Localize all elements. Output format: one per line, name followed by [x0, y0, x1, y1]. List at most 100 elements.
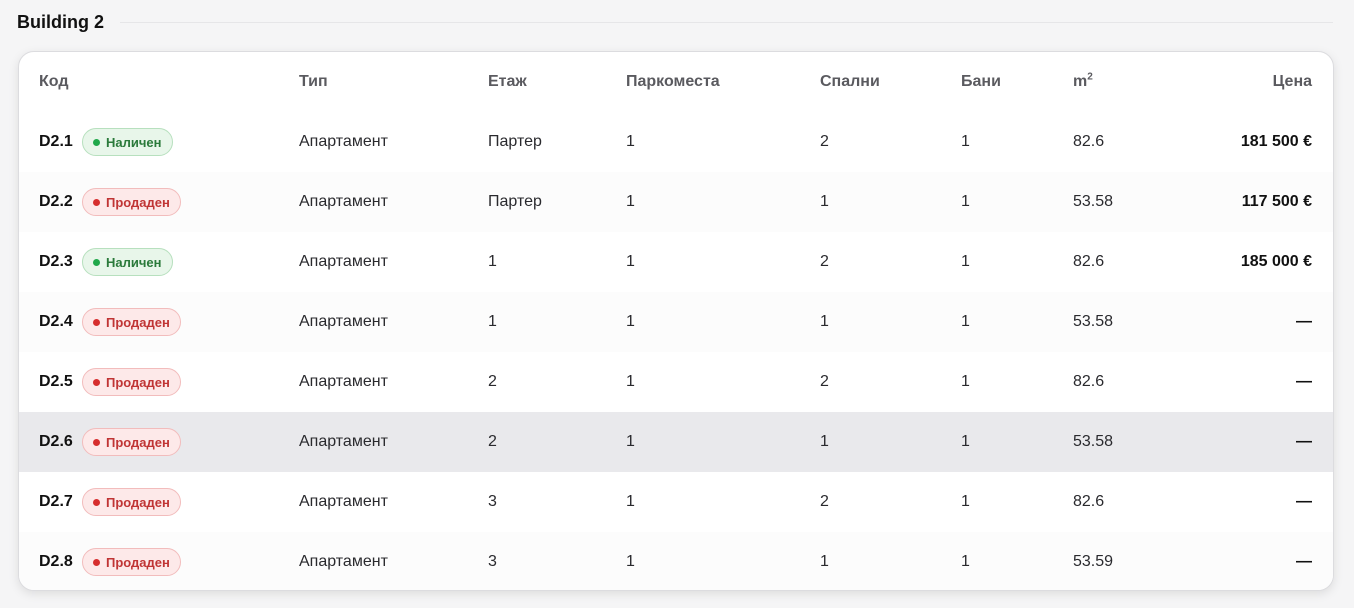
type-cell: Апартамент — [299, 433, 388, 450]
status-label: Наличен — [106, 134, 162, 150]
floor-cell: 3 — [488, 553, 497, 570]
table-row[interactable]: D2.6 Продаден Апартамент 2 1 1 1 53.58 — — [19, 412, 1333, 472]
column-header-area[interactable]: m2 — [1073, 52, 1184, 112]
area-cell: 82.6 — [1073, 373, 1105, 390]
type-cell: Апартамент — [299, 373, 388, 390]
status-badge: Продаден — [82, 368, 181, 396]
status-dot-icon — [93, 438, 100, 446]
column-header-type[interactable]: Тип — [299, 52, 488, 112]
parking-cell: 1 — [626, 553, 635, 570]
code-cell: D2.6 Продаден — [19, 412, 299, 472]
column-header-parking[interactable]: Паркоместа — [626, 52, 820, 112]
unit-code: D2.1 — [39, 133, 73, 150]
unit-code: D2.5 — [39, 373, 73, 390]
parking-cell: 1 — [626, 313, 635, 330]
section-title: Building 2 — [17, 11, 104, 32]
column-header-bedrooms[interactable]: Спални — [820, 52, 961, 112]
price-cell: — — [1296, 493, 1312, 510]
status-dot-icon — [93, 558, 100, 566]
bedrooms-cell: 1 — [820, 553, 829, 570]
code-cell: D2.4 Продаден — [19, 292, 299, 352]
status-badge: Продаден — [82, 428, 181, 456]
area-cell: 82.6 — [1073, 133, 1105, 150]
status-label: Наличен — [106, 254, 162, 270]
parking-cell: 1 — [626, 433, 635, 450]
unit-code: D2.7 — [39, 493, 73, 510]
status-dot-icon — [93, 318, 100, 326]
parking-cell: 1 — [626, 373, 635, 390]
type-cell: Апартамент — [299, 253, 388, 270]
parking-cell: 1 — [626, 253, 635, 270]
status-dot-icon — [93, 138, 100, 146]
floor-cell: 2 — [488, 433, 497, 450]
type-cell: Апартамент — [299, 553, 388, 570]
table-row[interactable]: D2.1 Наличен Апартамент Партер 1 2 1 82.6 181 50… — [19, 112, 1333, 172]
bathrooms-cell: 1 — [961, 493, 970, 510]
bathrooms-cell: 1 — [961, 253, 970, 270]
column-header-code[interactable]: Код — [19, 52, 299, 112]
code-cell: D2.2 Продаден — [19, 172, 299, 232]
floor-cell: Партер — [488, 133, 542, 150]
column-header-price[interactable]: Цена — [1184, 52, 1333, 112]
price-cell: 185 000 € — [1240, 253, 1312, 270]
floor-cell: 2 — [488, 373, 497, 390]
section-divider — [120, 21, 1333, 23]
status-label: Продаден — [106, 554, 170, 570]
unit-code: D2.8 — [39, 553, 73, 570]
table-row[interactable]: D2.7 Продаден Апартамент 3 1 2 1 82.6 — — [19, 472, 1333, 532]
area-cell: 53.58 — [1073, 313, 1114, 330]
status-dot-icon — [93, 258, 100, 266]
area-unit: m — [1073, 73, 1088, 90]
area-cell: 82.6 — [1073, 253, 1105, 270]
bathrooms-cell: 1 — [961, 313, 970, 330]
status-badge: Наличен — [82, 248, 173, 276]
table-body: D2.1 Наличен Апартамент Партер 1 2 1 82.6 181 50… — [19, 112, 1333, 590]
status-badge: Наличен — [82, 128, 173, 156]
code-cell: D2.3 Наличен — [19, 232, 299, 292]
bathrooms-cell: 1 — [961, 373, 970, 390]
unit-code: D2.4 — [39, 313, 73, 330]
table-row[interactable]: D2.8 Продаден Апартамент 3 1 1 1 53.59 — — [19, 532, 1333, 590]
type-cell: Апартамент — [299, 133, 388, 150]
status-dot-icon — [93, 378, 100, 386]
price-cell: — — [1296, 373, 1312, 390]
code-cell: D2.1 Наличен — [19, 112, 299, 172]
unit-code: D2.2 — [39, 193, 73, 210]
area-cell: 53.58 — [1073, 193, 1114, 210]
status-badge: Продаден — [82, 548, 181, 576]
bedrooms-cell: 1 — [820, 313, 829, 330]
units-table: Код Тип Етаж Паркоместа Спални Бани m2 Ц… — [19, 52, 1333, 590]
section-header: Building 2 — [17, 0, 1333, 44]
column-header-bathrooms[interactable]: Бани — [961, 52, 1073, 112]
price-cell: — — [1296, 433, 1312, 450]
price-cell: 117 500 € — [1241, 193, 1312, 210]
bedrooms-cell: 2 — [820, 133, 829, 150]
floor-cell: Партер — [488, 193, 542, 210]
column-header-floor[interactable]: Етаж — [488, 52, 626, 112]
parking-cell: 1 — [626, 493, 635, 510]
area-unit-exponent: 2 — [1087, 71, 1093, 83]
bedrooms-cell: 2 — [820, 253, 829, 270]
price-cell: — — [1296, 553, 1312, 570]
units-table-card: Код Тип Етаж Паркоместа Спални Бани m2 Ц… — [18, 51, 1334, 591]
bedrooms-cell: 2 — [820, 493, 829, 510]
floor-cell: 1 — [488, 313, 497, 330]
status-dot-icon — [93, 498, 100, 506]
area-cell: 53.58 — [1073, 433, 1114, 450]
status-dot-icon — [93, 198, 100, 206]
status-badge: Продаден — [82, 488, 181, 516]
floor-cell: 1 — [488, 253, 497, 270]
type-cell: Апартамент — [299, 193, 388, 210]
table-row[interactable]: D2.4 Продаден Апартамент 1 1 1 1 53.58 — — [19, 292, 1333, 352]
parking-cell: 1 — [626, 193, 635, 210]
unit-code: D2.3 — [39, 253, 73, 270]
status-label: Продаден — [106, 434, 170, 450]
table-row[interactable]: D2.5 Продаден Апартамент 2 1 2 1 82.6 — — [19, 352, 1333, 412]
table-row[interactable]: D2.2 Продаден Апартамент Партер 1 1 1 53.58 117 … — [19, 172, 1333, 232]
bedrooms-cell: 1 — [820, 193, 829, 210]
bedrooms-cell: 1 — [820, 433, 829, 450]
table-row[interactable]: D2.3 Наличен Апартамент 1 1 2 1 82.6 185 000 € — [19, 232, 1333, 292]
status-badge: Продаден — [82, 188, 181, 216]
floor-cell: 3 — [488, 493, 497, 510]
parking-cell: 1 — [626, 133, 635, 150]
